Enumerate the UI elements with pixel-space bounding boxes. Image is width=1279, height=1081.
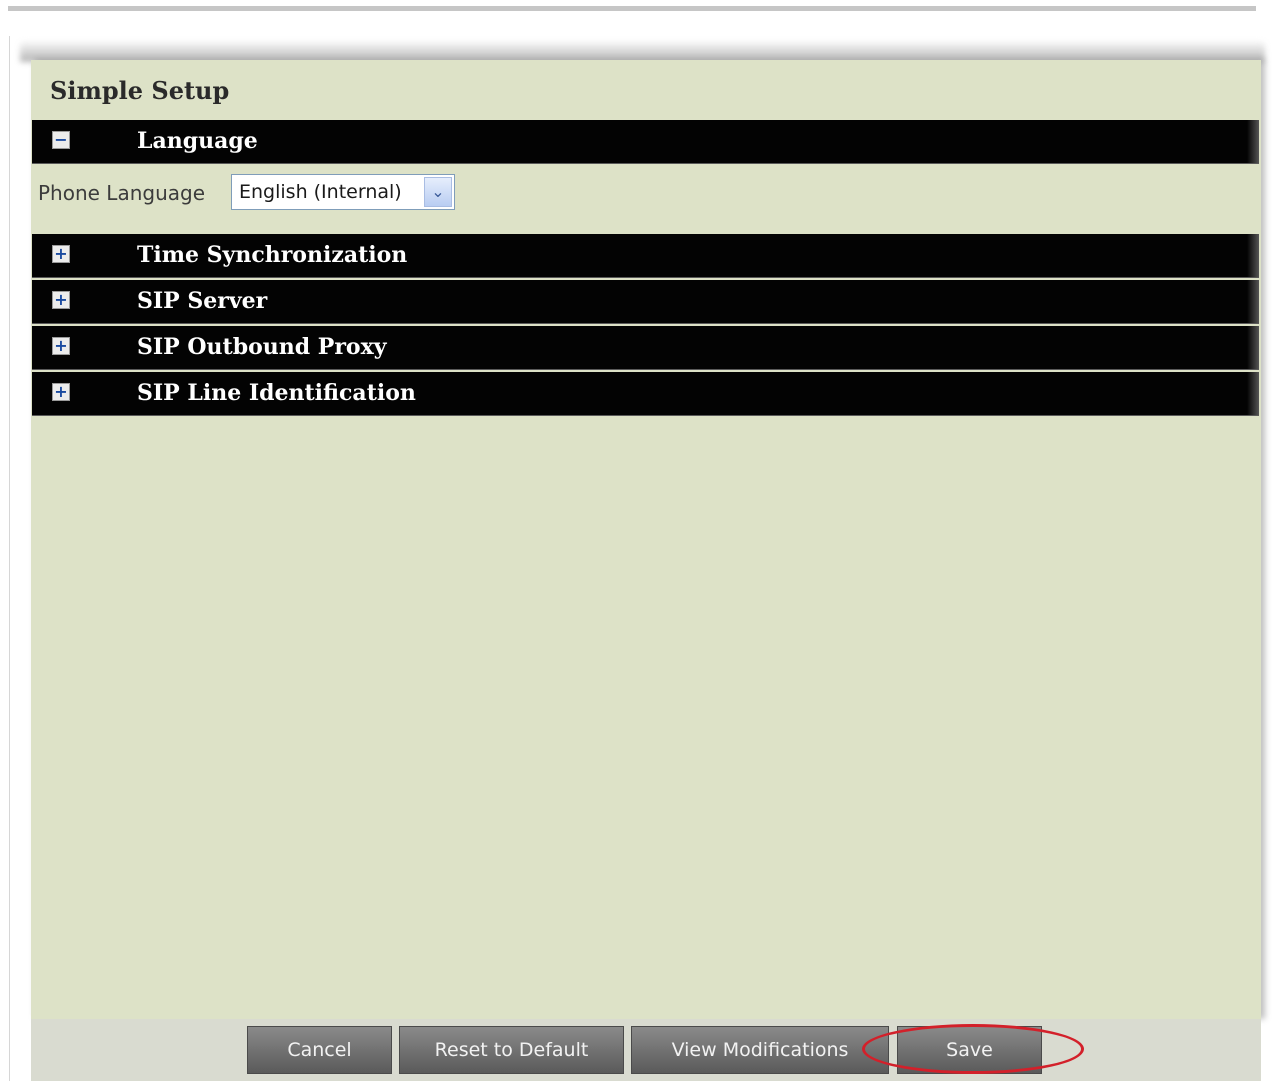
save-button[interactable]: Save (897, 1026, 1042, 1074)
cancel-button[interactable]: Cancel (247, 1026, 392, 1074)
plus-box-icon[interactable]: + (52, 383, 70, 401)
view-modifications-button[interactable]: View Modifications (631, 1026, 889, 1074)
section-label-sip-line-identification: SIP Line Identification (137, 380, 416, 406)
section-sip-server-header[interactable]: + SIP Server (32, 280, 1259, 324)
section-time-synchronization-header[interactable]: + Time Synchronization (32, 234, 1259, 278)
minus-box-icon[interactable]: − (52, 131, 70, 149)
plus-box-icon[interactable]: + (52, 291, 70, 309)
reset-to-default-button[interactable]: Reset to Default (399, 1026, 624, 1074)
left-edge-line (9, 36, 10, 1081)
page-title: Simple Setup (50, 76, 230, 105)
section-sip-line-identification-header[interactable]: + SIP Line Identification (32, 372, 1259, 416)
plus-box-icon[interactable]: + (52, 337, 70, 355)
section-label-sip-server: SIP Server (137, 288, 268, 314)
plus-box-icon[interactable]: + (52, 245, 70, 263)
phone-language-label: Phone Language (38, 181, 206, 205)
section-label-sip-outbound-proxy: SIP Outbound Proxy (137, 334, 387, 360)
simple-setup-panel (31, 60, 1261, 1019)
phone-language-select[interactable]: English (Internal) ⌄ (231, 174, 455, 210)
section-label-time-synchronization: Time Synchronization (137, 242, 408, 268)
section-sip-outbound-proxy-header[interactable]: + SIP Outbound Proxy (32, 326, 1259, 370)
panel-shadow (20, 40, 1265, 62)
chevron-down-icon[interactable]: ⌄ (424, 177, 452, 207)
phone-language-selected-value: English (Internal) (239, 181, 402, 203)
section-language-header[interactable]: − Language (32, 120, 1259, 164)
top-divider (8, 6, 1256, 11)
section-label-language: Language (137, 128, 258, 154)
